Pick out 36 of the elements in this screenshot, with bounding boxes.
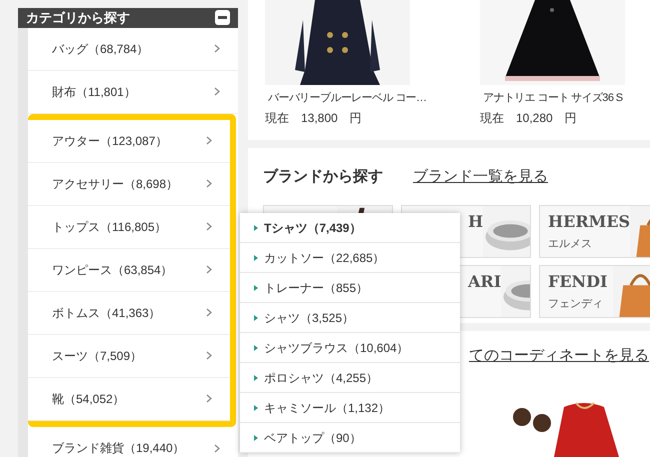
brand-tile[interactable]: HERMES エルメス <box>539 205 650 258</box>
submenu-item[interactable]: ベアトップ（90） <box>240 423 460 453</box>
sidebar-item[interactable]: アクセサリー（8,698） <box>28 162 230 206</box>
brand-name: FENDI <box>548 272 608 292</box>
sidebar-item[interactable]: スーツ（7,509） <box>28 334 230 378</box>
submenu-item[interactable]: カットソー（22,685） <box>240 243 460 273</box>
section-title: ブランドから探す <box>263 166 383 187</box>
submenu-item[interactable]: トレーナー（855） <box>240 273 460 303</box>
product-title[interactable]: アナトリエ コート サイズ36 S <box>480 89 623 107</box>
product-title[interactable]: バーバリーブルーレーベル コー… <box>265 89 426 107</box>
currency-label: 円 <box>564 110 577 127</box>
sidebar-item[interactable]: ワンピース（63,854） <box>28 248 230 292</box>
price-value: 13,800 <box>301 110 338 127</box>
brand-name: ARI <box>468 272 502 292</box>
brand-list-link[interactable]: ブランド一覧を見る <box>413 166 548 188</box>
sidebar-title: カテゴリから探す <box>26 9 130 27</box>
brand-kana: フェンディ <box>548 297 604 312</box>
sidebar-item[interactable]: 財布（11,801） <box>28 70 238 114</box>
price-label: 現在 <box>480 110 504 127</box>
sidebar-item[interactable]: トップス（116,805） <box>28 206 230 248</box>
currency-label: 円 <box>350 110 362 127</box>
coordinate-link[interactable]: てのコーディネートを見る <box>469 344 649 367</box>
submenu-item[interactable]: シャツ（3,525） <box>240 303 460 333</box>
price-label: 現在 <box>265 110 289 127</box>
brand-name: HERMES <box>548 212 630 232</box>
sidebar-item[interactable]: アウター（123,087） <box>28 120 230 162</box>
brand-kana: エルメス <box>548 237 593 252</box>
submenu-item[interactable]: ポロシャツ（4,255） <box>240 363 460 393</box>
sidebar-item[interactable]: 靴（54,052） <box>28 378 230 420</box>
brand-tile[interactable]: FENDI フェンディ <box>539 265 650 318</box>
submenu-item[interactable]: Tシャツ（7,439） <box>240 213 460 243</box>
submenu-item[interactable]: キャミソール（1,132） <box>240 393 460 423</box>
sidebar-item[interactable]: ボトムス（41,363） <box>28 292 230 334</box>
price-value: 10,280 <box>516 110 553 127</box>
brand-name: H <box>468 212 484 232</box>
submenu-item[interactable]: シャツブラウス（10,604） <box>240 333 460 363</box>
